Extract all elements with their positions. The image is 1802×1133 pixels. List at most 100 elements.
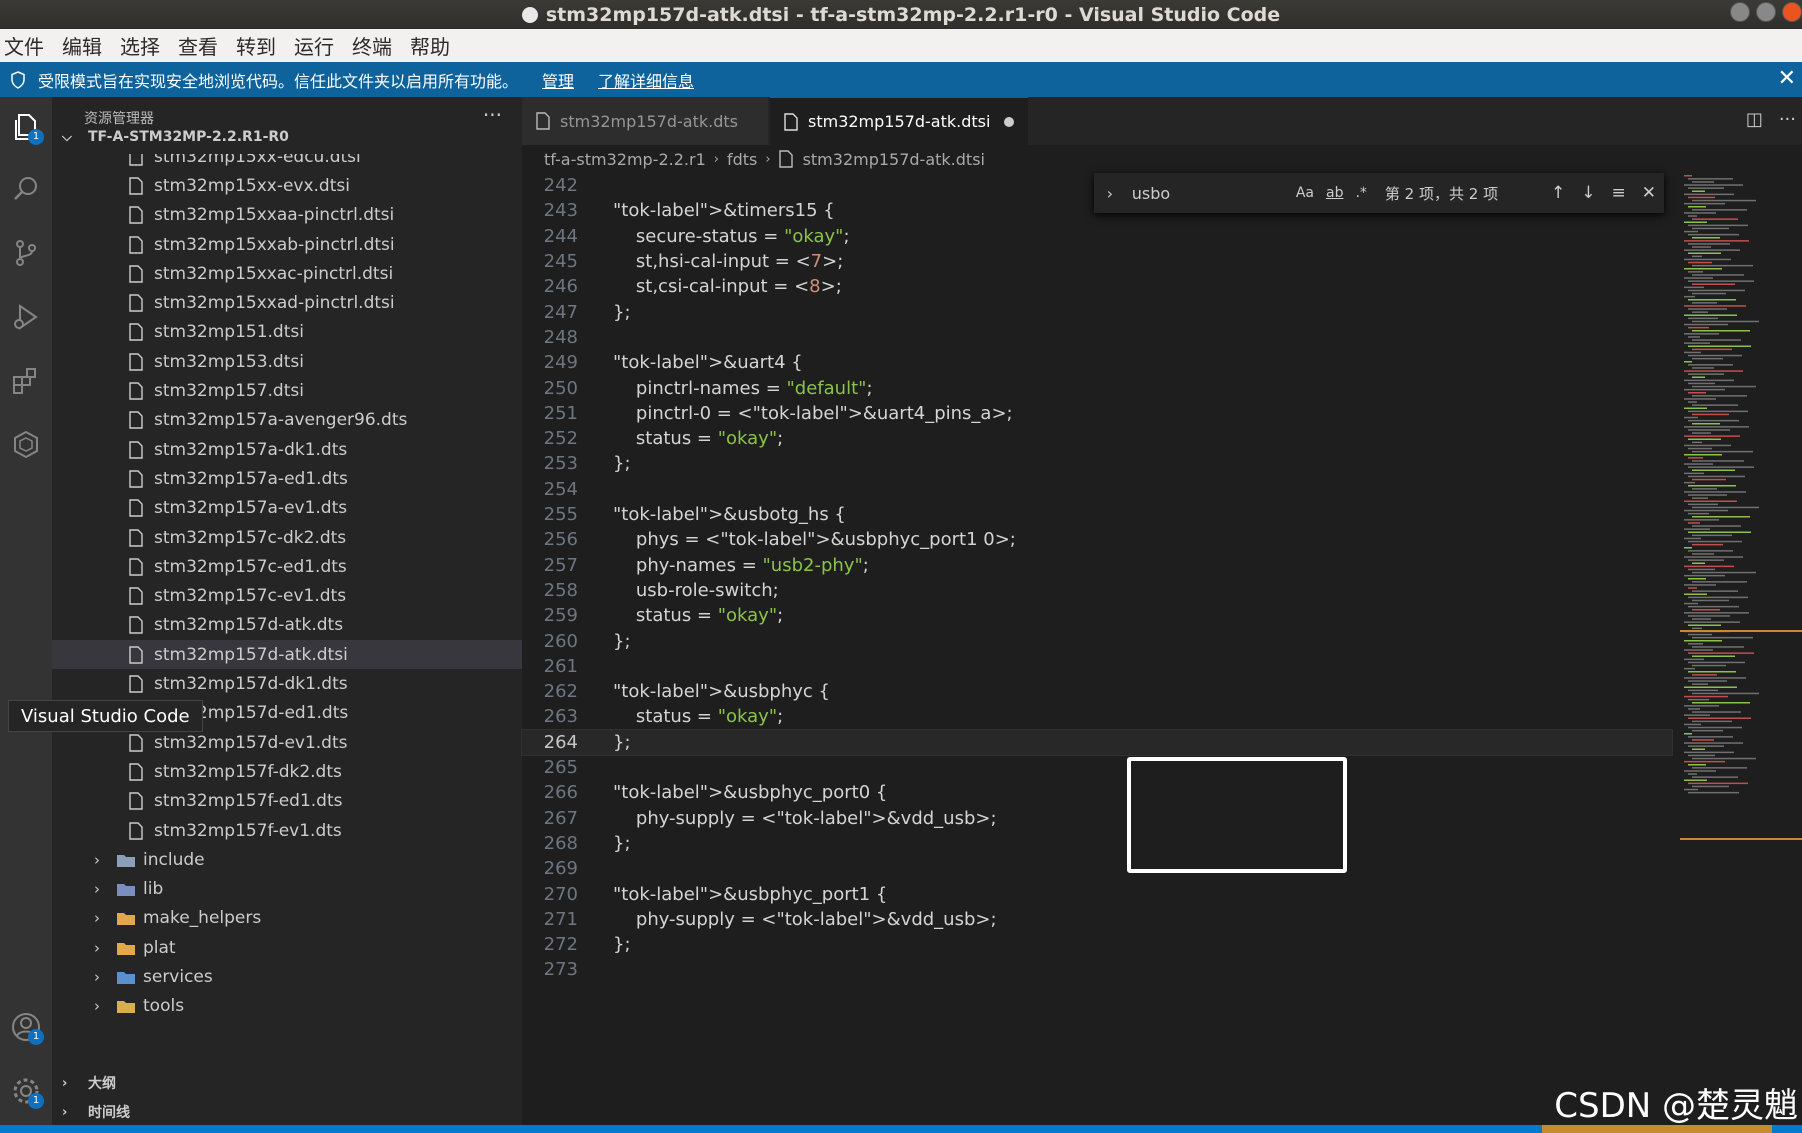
code-line[interactable]: 268}; <box>522 831 1672 856</box>
search-icon[interactable] <box>10 173 42 205</box>
close-window-button[interactable] <box>1782 2 1802 22</box>
code-line[interactable]: 271 phy-supply = <"tok-label">&vdd_usb>; <box>522 907 1672 932</box>
file-tree-item[interactable]: stm32mp15xxab-pinctrl.dtsi <box>52 230 522 259</box>
file-tree-item[interactable]: stm32mp15xxac-pinctrl.dtsi <box>52 259 522 288</box>
menu-file[interactable]: 文件 <box>0 31 54 60</box>
file-tree-item[interactable]: stm32mp157d-ev1.dts <box>52 728 522 757</box>
code-line[interactable]: 257 phy-names = "usb2-phy"; <box>522 553 1672 578</box>
code-line[interactable]: 266 "tok-label">&usbphyc_port0 { <box>522 780 1672 805</box>
tab-stm32mp157d-atk-dts[interactable]: stm32mp157d-atk.dts <box>522 97 768 145</box>
folder-tree-item[interactable]: › include <box>52 845 522 874</box>
source-control-icon[interactable] <box>10 237 42 269</box>
code-line[interactable]: 261 <box>522 654 1672 679</box>
breadcrumb-item[interactable]: stm32mp157d-atk.dtsi <box>803 150 985 169</box>
whole-word-button[interactable]: ab <box>1326 185 1343 201</box>
remote-explorer-icon[interactable] <box>10 429 42 461</box>
code-line[interactable]: 251 pinctrl-0 = <"tok-label">&uart4_pins… <box>522 401 1672 426</box>
code-line[interactable]: 263 status = "okay"; <box>522 704 1672 729</box>
folder-tree-item[interactable]: › lib <box>52 875 522 904</box>
file-tree-item[interactable]: stm32mp15xxaa-pinctrl.dtsi <box>52 201 522 230</box>
file-tree-item[interactable]: stm32mp157f-ev1.dts <box>52 816 522 845</box>
code-line[interactable]: 255 "tok-label">&usbotg_hs { <box>522 502 1672 527</box>
file-tree-item[interactable]: stm32mp157a-dk1.dts <box>52 435 522 464</box>
code-line[interactable]: 246 st,csi-cal-input = <8>; <box>522 274 1672 299</box>
folder-tree-item[interactable]: › plat <box>52 933 522 962</box>
banner-close-icon[interactable]: ✕ <box>1778 66 1796 91</box>
maximize-button[interactable] <box>1756 2 1776 22</box>
file-tree-item[interactable]: stm32mp153.dtsi <box>52 347 522 376</box>
file-tree-item[interactable]: stm32mp157.dtsi <box>52 376 522 405</box>
file-tree-item[interactable]: stm32mp15xx-evx.dtsi <box>52 171 522 200</box>
code-line[interactable]: 254 <box>522 477 1672 502</box>
breadcrumb-item[interactable]: fdts <box>727 150 757 169</box>
menu-edit[interactable]: 编辑 <box>58 31 112 60</box>
minimize-button[interactable] <box>1730 2 1750 22</box>
file-tree-item[interactable]: stm32mp157a-avenger96.dts <box>52 406 522 435</box>
file-tree-item[interactable]: stm32mp157a-ed1.dts <box>52 464 522 493</box>
code-line[interactable]: 260}; <box>522 628 1672 653</box>
code-line[interactable]: 269 <box>522 856 1672 881</box>
find-in-selection-icon[interactable]: ≡ <box>1612 183 1626 203</box>
menu-terminal[interactable]: 终端 <box>348 31 402 60</box>
code-line[interactable]: 253}; <box>522 451 1672 476</box>
file-tree-item[interactable]: stm32mp157f-ed1.dts <box>52 787 522 816</box>
more-actions-icon[interactable]: ··· <box>1779 109 1796 130</box>
close-find-icon[interactable]: ✕ <box>1642 183 1656 203</box>
toggle-replace-chevron-icon[interactable]: › <box>1098 184 1122 203</box>
previous-match-icon[interactable]: ↑ <box>1551 183 1565 203</box>
code-line[interactable]: 262 "tok-label">&usbphyc { <box>522 679 1672 704</box>
menu-run[interactable]: 运行 <box>290 31 344 60</box>
file-tree-item[interactable]: stm32mp157d-dk1.dts <box>52 669 522 698</box>
tab-stm32mp157d-atk-dtsi[interactable]: stm32mp157d-atk.dtsi <box>770 97 1028 145</box>
code-line[interactable]: 270 "tok-label">&usbphyc_port1 { <box>522 881 1672 906</box>
explorer-icon[interactable]: 1 <box>10 111 44 145</box>
file-tree-item[interactable]: ⚙.checkpatch.conf <box>52 1021 522 1025</box>
file-tree-item[interactable]: stm32mp157d-atk.dtsi <box>52 640 522 670</box>
code-line[interactable]: 256 phys = <"tok-label">&usbphyc_port1 0… <box>522 527 1672 552</box>
file-tree-item[interactable]: stm32mp157f-dk2.dts <box>52 757 522 786</box>
file-tree-item[interactable]: stm32mp151.dtsi <box>52 318 522 347</box>
find-input[interactable]: usbo <box>1132 184 1290 203</box>
file-tree-item[interactable]: stm32mp15xxad-pinctrl.dtsi <box>52 289 522 318</box>
run-debug-icon[interactable] <box>10 301 42 333</box>
account-icon[interactable]: 1 <box>10 1011 44 1045</box>
folder-tree-item[interactable]: › services <box>52 962 522 991</box>
match-case-button[interactable]: Aa <box>1296 185 1314 201</box>
folder-tree-item[interactable]: › tools <box>52 992 522 1021</box>
code-line[interactable]: 272}; <box>522 932 1672 957</box>
next-match-icon[interactable]: ↓ <box>1581 183 1595 203</box>
code-line[interactable]: 259 status = "okay"; <box>522 603 1672 628</box>
split-editor-icon[interactable]: ◫ <box>1746 109 1763 130</box>
code-line[interactable]: 245 st,hsi-cal-input = <7>; <box>522 249 1672 274</box>
code-line[interactable]: 247}; <box>522 300 1672 325</box>
workspace-root-header[interactable]: ⌵ TF-A-STM32MP-2.2.R1-R0 <box>52 124 522 150</box>
folder-tree-item[interactable]: › make_helpers <box>52 904 522 933</box>
code-line[interactable]: 258 usb-role-switch; <box>522 578 1672 603</box>
code-line[interactable]: 250 pinctrl-names = "default"; <box>522 375 1672 400</box>
manage-link[interactable]: 管理 <box>542 68 574 92</box>
menu-help[interactable]: 帮助 <box>406 31 460 60</box>
breadcrumb-item[interactable]: tf-a-stm32mp-2.2.r1 <box>544 150 706 169</box>
code-line[interactable]: 267 phy-supply = <"tok-label">&vdd_usb>; <box>522 806 1672 831</box>
file-tree-item[interactable]: stm32mp15xx-edcu.dtsi <box>52 154 522 171</box>
file-tree-item[interactable]: stm32mp157c-ed1.dts <box>52 552 522 581</box>
unsaved-indicator-icon[interactable] <box>1004 116 1015 127</box>
menu-view[interactable]: 查看 <box>174 31 228 60</box>
outline-section-header[interactable]: › 大纲 <box>52 1070 522 1096</box>
file-tree-item[interactable]: stm32mp157d-atk.dts <box>52 611 522 640</box>
code-line[interactable]: 265 <box>522 755 1672 780</box>
code-line[interactable]: 248 <box>522 325 1672 350</box>
learn-more-link[interactable]: 了解详细信息 <box>598 68 694 92</box>
menu-selection[interactable]: 选择 <box>116 31 170 60</box>
file-tree-item[interactable]: stm32mp157c-dk2.dts <box>52 523 522 552</box>
minimap[interactable] <box>1680 173 1802 1093</box>
code-line[interactable]: 252 status = "okay"; <box>522 426 1672 451</box>
regex-button[interactable]: .* <box>1355 185 1366 201</box>
file-tree-item[interactable]: stm32mp157a-ev1.dts <box>52 494 522 523</box>
timeline-section-header[interactable]: › 时间线 <box>52 1099 522 1125</box>
code-line[interactable]: 249 "tok-label">&uart4 { <box>522 350 1672 375</box>
extensions-icon[interactable] <box>10 365 42 397</box>
file-tree-item[interactable]: stm32mp157c-ev1.dts <box>52 582 522 611</box>
menu-go[interactable]: 转到 <box>232 31 286 60</box>
code-editor[interactable]: 242 243 "tok-label">&timers15 {244 secure-… <box>521 173 1673 1093</box>
